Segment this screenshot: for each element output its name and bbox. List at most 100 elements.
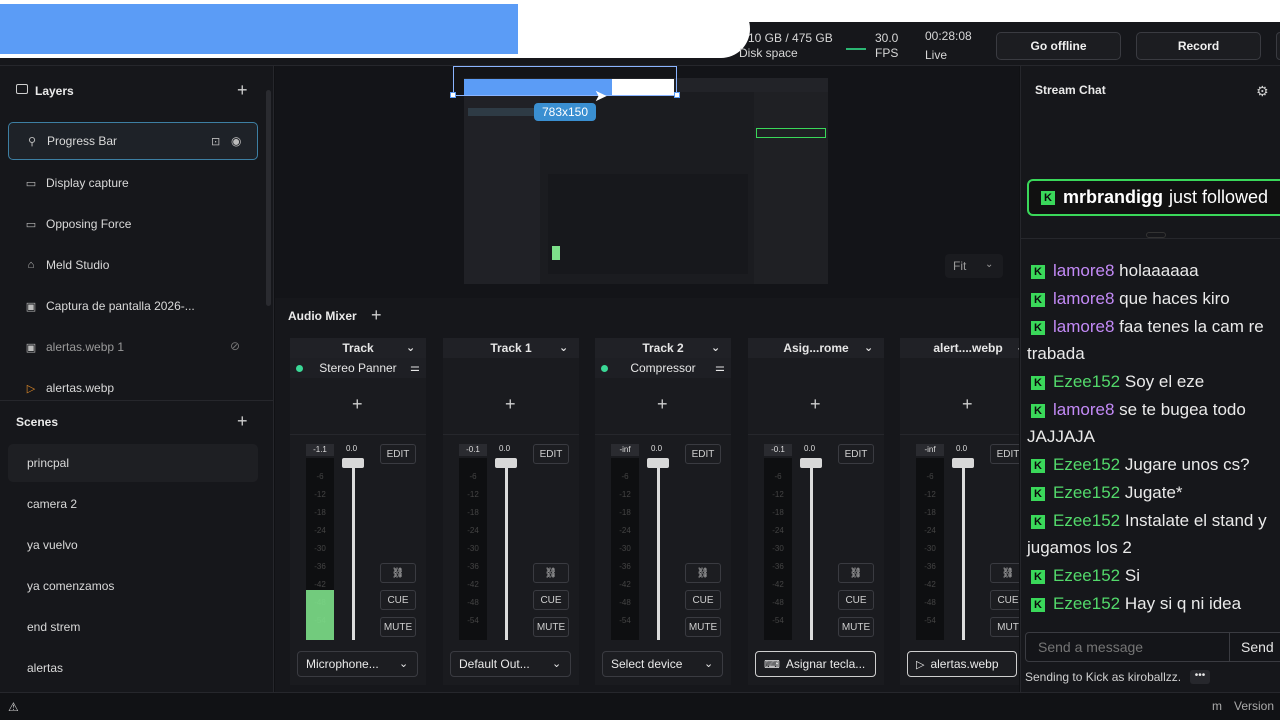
warning-icon[interactable]: ⚠ — [8, 700, 19, 714]
sliders-icon[interactable]: ⚌ — [410, 361, 420, 374]
meter-scale-label: -24 — [924, 526, 936, 535]
device-selector[interactable]: Select device ⌄ — [602, 651, 723, 677]
selection-box[interactable] — [453, 66, 677, 96]
link-icon[interactable]: ⛓ — [685, 563, 721, 583]
effect-enabled-dot — [296, 365, 303, 372]
scene-item-end-strem[interactable]: end strem — [8, 608, 258, 646]
more-button[interactable] — [1276, 32, 1280, 60]
gear-icon[interactable]: ⚙ — [1256, 83, 1269, 100]
chevron-down-icon[interactable]: ⌄ — [406, 341, 415, 354]
layer-item-opposing-force[interactable]: ▭ Opposing Force — [8, 205, 258, 243]
volume-fader[interactable] — [342, 458, 364, 468]
go-offline-button[interactable]: Go offline — [996, 32, 1121, 60]
device-selector[interactable]: Default Out... ⌄ — [450, 651, 571, 677]
edit-button[interactable]: EDIT — [685, 444, 721, 464]
add-effect-button[interactable]: + — [810, 394, 821, 415]
track-header[interactable]: Asig...rome ⌄ — [748, 338, 884, 358]
chat-username[interactable]: lamore8 — [1053, 317, 1114, 336]
volume-fader[interactable] — [495, 458, 517, 468]
cue-button[interactable]: CUE — [533, 590, 569, 610]
chat-input-box[interactable]: Send — [1025, 632, 1280, 662]
more-options-button[interactable]: ••• — [1190, 670, 1210, 684]
chat-message: K Ezee152 Soy el eze — [1027, 368, 1280, 395]
layer-item-meld-studio[interactable]: ⌂ Meld Studio — [8, 246, 258, 284]
chevron-down-icon[interactable]: ⌄ — [559, 341, 568, 354]
chat-username[interactable]: lamore8 — [1053, 400, 1114, 419]
mute-button[interactable]: MUTE — [380, 617, 416, 637]
track-name: Track — [342, 341, 374, 355]
visibility-eye-icon[interactable]: ◉ — [231, 134, 241, 148]
add-effect-button[interactable]: + — [657, 394, 668, 415]
chat-username[interactable]: Ezee152 — [1053, 372, 1120, 391]
layer-item-display-capture[interactable]: ▭ Display capture — [8, 164, 258, 202]
add-effect-button[interactable]: + — [352, 394, 363, 415]
scene-item-princpal[interactable]: princpal — [8, 444, 258, 482]
scene-item-camera-2[interactable]: camera 2 — [8, 485, 258, 523]
volume-fader[interactable] — [647, 458, 669, 468]
chat-input[interactable] — [1026, 633, 1226, 661]
track-header[interactable]: Track 1 ⌄ — [443, 338, 579, 358]
chat-username[interactable]: Ezee152 — [1053, 455, 1120, 474]
peak-level: -0.1 — [764, 444, 792, 456]
layer-item-progress-bar[interactable]: ⚲ Progress Bar ⊡ ◉ — [8, 122, 258, 160]
chevron-down-icon[interactable]: ⌄ — [864, 341, 873, 354]
selected-progress-track — [612, 79, 674, 95]
device-selector[interactable]: Microphone... ⌄ — [297, 651, 418, 677]
track-header[interactable]: Track ⌄ — [290, 338, 426, 358]
meter-scale-label: -6 — [774, 472, 782, 481]
layer-item-alertas-1[interactable]: ▣ alertas.webp 1 ⊘ — [8, 328, 258, 366]
add-effect-button[interactable]: + — [962, 394, 973, 415]
chat-username[interactable]: Ezee152 — [1053, 566, 1120, 585]
effect-slot[interactable]: Stereo Panner ⚌ — [290, 358, 426, 378]
cue-button[interactable]: CUE — [838, 590, 874, 610]
mute-button[interactable]: MUTE — [838, 617, 874, 637]
add-layer-button[interactable]: + — [237, 80, 248, 101]
resize-handle[interactable] — [674, 92, 680, 98]
sliders-icon[interactable]: ⚌ — [715, 361, 725, 374]
scene-item-ya-vuelvo[interactable]: ya vuelvo — [8, 526, 258, 564]
device-label: alertas.webp — [930, 657, 999, 671]
chat-username[interactable]: Ezee152 — [1053, 594, 1120, 613]
resize-handle[interactable] — [450, 92, 456, 98]
track-header[interactable]: alert....webp ⌄ — [900, 338, 1019, 358]
chat-username[interactable]: lamore8 — [1053, 261, 1114, 280]
send-button[interactable]: Send — [1241, 639, 1274, 655]
meter-scale-label: -54 — [772, 616, 784, 625]
mute-button[interactable]: MUTE — [533, 617, 569, 637]
edit-button[interactable]: EDIT — [533, 444, 569, 464]
mute-button[interactable]: MUTE — [685, 617, 721, 637]
layer-label: Meld Studio — [46, 258, 110, 272]
edit-button[interactable]: EDIT — [838, 444, 874, 464]
scene-item-alertas[interactable]: alertas — [8, 649, 258, 687]
hidden-eye-icon[interactable]: ⊘ — [230, 339, 240, 353]
unlock-icon[interactable]: ⊡ — [211, 135, 220, 148]
add-effect-button[interactable]: + — [505, 394, 516, 415]
preview-meter-level — [552, 246, 560, 260]
scene-item-ya-comenzamos[interactable]: ya comenzamos — [8, 567, 258, 605]
link-icon[interactable]: ⛓ — [838, 563, 874, 583]
layers-scrollbar[interactable] — [266, 90, 271, 306]
chevron-down-icon[interactable]: ⌄ — [711, 341, 720, 354]
link-icon[interactable]: ⛓ — [533, 563, 569, 583]
chat-username[interactable]: Ezee152 — [1053, 483, 1120, 502]
stream-preview[interactable] — [464, 78, 828, 284]
record-button[interactable]: Record — [1136, 32, 1261, 60]
add-track-button[interactable]: + — [371, 305, 382, 326]
add-scene-button[interactable]: + — [237, 411, 248, 432]
device-selector[interactable]: ⌨ Asignar tecla... — [755, 651, 876, 677]
kick-icon: K — [1031, 458, 1045, 473]
layer-item-captura[interactable]: ▣ Captura de pantalla 2026-... — [8, 287, 258, 325]
fit-dropdown[interactable]: Fit ⌄ — [945, 254, 1003, 278]
volume-fader[interactable] — [800, 458, 822, 468]
track-header[interactable]: Track 2 ⌄ — [595, 338, 731, 358]
edit-button[interactable]: EDIT — [380, 444, 416, 464]
volume-fader[interactable] — [952, 458, 974, 468]
layer-item-alertas[interactable]: ▷ alertas.webp — [8, 369, 258, 407]
cue-button[interactable]: CUE — [685, 590, 721, 610]
device-selector[interactable]: ▷ alertas.webp — [907, 651, 1017, 677]
link-icon[interactable]: ⛓ — [380, 563, 416, 583]
cue-button[interactable]: CUE — [380, 590, 416, 610]
chat-username[interactable]: Ezee152 — [1053, 511, 1120, 530]
effect-slot[interactable]: Compressor ⚌ — [595, 358, 731, 378]
chat-username[interactable]: lamore8 — [1053, 289, 1114, 308]
